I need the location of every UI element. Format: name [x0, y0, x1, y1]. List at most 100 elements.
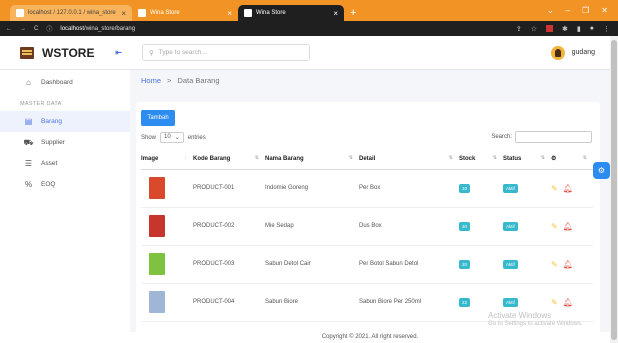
product-thumbnail[interactable] [149, 215, 165, 237]
bell-icon[interactable]: 🔔︎ [563, 222, 573, 231]
bell-icon[interactable]: 🔔︎ [563, 184, 573, 193]
entries-select[interactable]: 10 ⌄ [160, 132, 184, 143]
product-name: Sabun Detol Cair [265, 245, 359, 284]
product-code: PRODUCT-002 [193, 207, 265, 246]
favicon-icon [16, 9, 24, 17]
entries-label: entries [187, 134, 206, 141]
scrollbar-thumb[interactable] [611, 40, 617, 340]
username: gudang [571, 49, 595, 56]
show-label: Show [141, 134, 157, 141]
close-tab-icon[interactable]: × [121, 9, 126, 18]
chevron-down-icon[interactable]: ⌄ [547, 6, 554, 15]
avatar [550, 45, 565, 60]
product-thumbnail[interactable] [149, 177, 165, 199]
close-window-icon[interactable]: ✕ [601, 6, 608, 15]
sidebar-item-label: Barang [41, 118, 62, 125]
puzzle-icon[interactable]: ✱ [562, 25, 568, 33]
col-image[interactable]: Image ↑ [141, 149, 193, 170]
breadcrumb-home[interactable]: Home [141, 76, 161, 85]
url-field[interactable]: localhost/wina_store/barang [60, 26, 135, 32]
sidebar-section-title: MASTER DATA [20, 101, 62, 107]
browser-tab-wina-store-1[interactable]: Wina Store × [132, 5, 238, 21]
status-cell: Aktif [503, 207, 551, 246]
product-name: Sabun Biore [265, 283, 359, 322]
new-tab-icon[interactable]: + [344, 5, 362, 21]
minimize-icon[interactable]: – [566, 6, 570, 15]
percent-icon: % [24, 180, 33, 189]
status-badge: Aktif [503, 183, 518, 193]
product-detail: Sabun Biore Per 250ml [359, 283, 459, 322]
forward-icon[interactable]: → [20, 26, 26, 32]
sidebar-item-label: Supplier [41, 139, 65, 146]
add-button[interactable]: Tambah [141, 110, 175, 126]
settings-float-button[interactable]: ⚙ [593, 162, 610, 179]
extension-icon[interactable] [546, 24, 554, 32]
col-actions[interactable]: ⚙ ⇅ [551, 149, 593, 170]
entries-length: Show 10 ⌄ entries [141, 132, 206, 143]
sidebar-item-eoq[interactable]: % EOQ [0, 174, 130, 195]
edit-icon[interactable]: ✎ [551, 184, 558, 193]
tab-label: Wina Store [150, 10, 180, 16]
star-icon[interactable]: ☆ [531, 25, 537, 33]
search-input[interactable]: ⚲ Type to search... [142, 44, 310, 61]
page-scrollbar[interactable] [610, 36, 618, 343]
edit-icon[interactable]: ✎ [551, 222, 558, 231]
sidebar-item-dashboard[interactable]: ⌂ Dashboard [0, 72, 130, 93]
sidebar-item-supplier[interactable]: ⛟ Supplier [0, 132, 130, 153]
browser-tab-phpmyadmin[interactable]: localhost / 127.0.0.1 / wina_store × [10, 5, 132, 21]
table-row: PRODUCT-003 Sabun Detol Cair Per Botol Sab… [141, 245, 593, 284]
col-nama[interactable]: Nama Barang ⇅ [265, 149, 359, 170]
table-search-input[interactable] [515, 131, 592, 143]
col-status[interactable]: Status ⇅ [503, 149, 551, 170]
edit-icon[interactable]: ✎ [551, 298, 558, 307]
menu-icon[interactable]: ⋮ [603, 25, 610, 33]
sidebar-item-label: Dashboard [41, 79, 73, 86]
sort-icon: ⇅ [582, 155, 587, 161]
windows-watermark: Activate Windows Go to Settings to activ… [488, 311, 583, 327]
gear-icon: ⚙ [597, 166, 606, 175]
bell-icon[interactable]: 🔔︎ [563, 260, 573, 269]
browser-toolbar-icons: ⇪ ☆ ✱ ▮ ● ⋮ [516, 24, 618, 33]
collapse-sidebar-icon[interactable]: ⇤ [115, 48, 122, 57]
status-badge: Aktif [503, 259, 518, 269]
product-code: PRODUCT-004 [193, 283, 265, 322]
profile-icon[interactable]: ● [590, 25, 594, 33]
bell-icon[interactable]: 🔔︎ [563, 298, 573, 307]
status-badge: Aktif [503, 221, 518, 231]
favicon-icon [244, 9, 252, 17]
sidebar-item-barang[interactable]: ▤ Barang [0, 111, 130, 132]
product-name: Indomie Goreng [265, 169, 359, 208]
user-menu[interactable]: gudang [550, 45, 610, 60]
col-detail[interactable]: Detail ⇅ [359, 149, 459, 170]
close-tab-icon[interactable]: × [333, 9, 338, 18]
browser-tab-wina-store-active[interactable]: Wina Store × [238, 5, 344, 21]
sort-icon: ⇅ [254, 155, 259, 161]
stock-badge: 10 [459, 183, 471, 193]
product-image-cell [141, 207, 193, 246]
search-placeholder: Type to search... [158, 49, 207, 56]
brand[interactable]: WSTORE ⇤ [0, 46, 130, 60]
sidebar-icon[interactable]: ▮ [577, 25, 581, 33]
back-icon[interactable]: ← [6, 26, 12, 32]
sidebar-item-asset[interactable]: ☰ Asset [0, 153, 130, 174]
reload-icon[interactable]: C [34, 26, 38, 32]
table-search: Search: [491, 131, 592, 143]
home-icon: ⌂ [26, 78, 31, 87]
product-detail: Per Botol Sabun Detol [359, 245, 459, 284]
breadcrumb: Home > Data Barang [141, 76, 220, 85]
product-thumbnail[interactable] [149, 253, 165, 275]
status-cell: Aktif [503, 169, 551, 208]
product-name: Mie Sedap [265, 207, 359, 246]
col-kode[interactable]: Kode Barang ⇅ [193, 149, 265, 170]
maximize-icon[interactable]: ❐ [582, 6, 589, 15]
sidebar-item-label: EOQ [41, 181, 56, 188]
product-image-cell [141, 169, 193, 208]
tab-label: localhost / 127.0.0.1 / wina_store [28, 10, 116, 16]
close-tab-icon[interactable]: × [227, 9, 232, 18]
share-icon[interactable]: ⇪ [516, 25, 522, 33]
window-controls: ⌄ – ❐ ✕ [547, 0, 618, 21]
edit-icon[interactable]: ✎ [551, 260, 558, 269]
col-stock[interactable]: Stock ⇅ [459, 149, 503, 170]
product-thumbnail[interactable] [149, 291, 165, 313]
sort-icon: ⇅ [448, 155, 453, 161]
